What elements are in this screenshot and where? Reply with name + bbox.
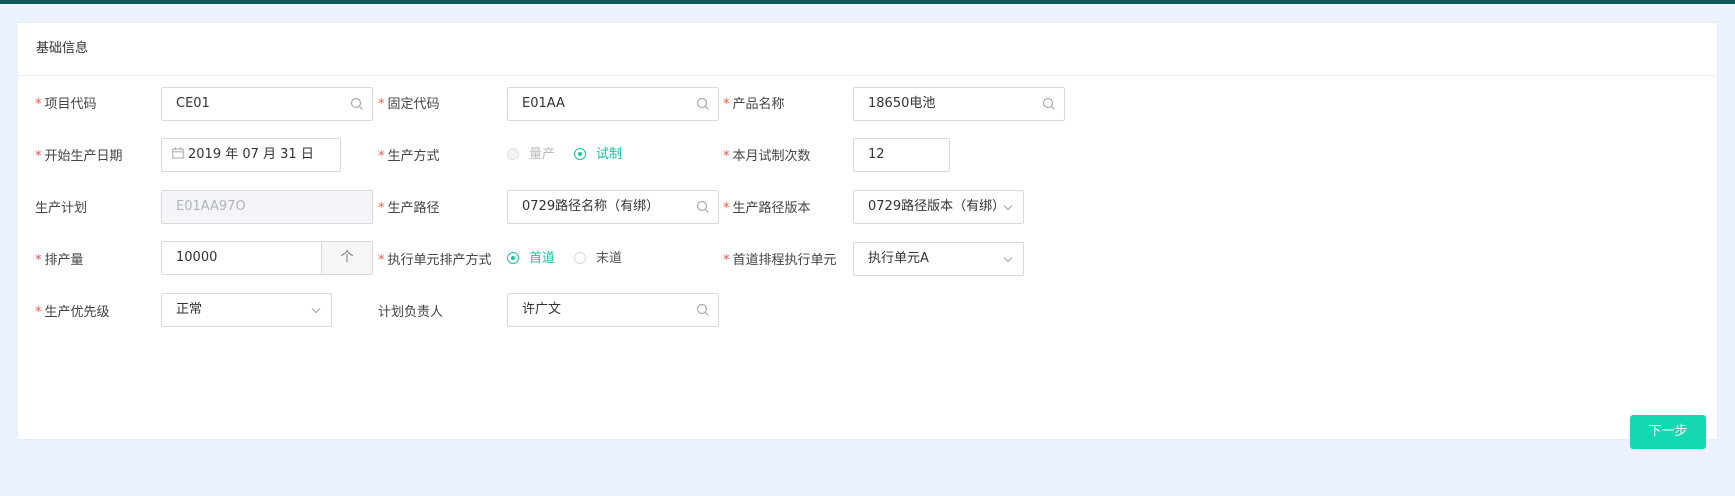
radio-trial-production[interactable]: 试制 [574,145,622,165]
search-icon[interactable] [350,97,364,111]
product-name-input[interactable]: 18650电池 [853,87,1065,121]
first-exec-unit-label: * 首道排程执行单元 [723,253,837,268]
priority-select[interactable]: 正常 [161,293,332,327]
product-name-label: * 产品名称 [723,97,785,112]
radio-checked-icon [507,252,519,264]
plan-owner-input[interactable]: 许广文 [507,293,719,327]
fixed-code-input[interactable]: E01AA [507,87,719,121]
radio-mass-production: 量产 [507,145,555,165]
route-version-select[interactable]: 0729路径版本（有绑） [853,190,1024,224]
quantity-stepper[interactable]: 10000 个 [161,241,373,275]
production-plan-input: E01AA97O [161,190,373,224]
start-date-picker[interactable]: 2019 年 07 月 31 日 [161,138,341,172]
search-icon[interactable] [1042,97,1056,111]
priority-label: * 生产优先级 [35,305,110,320]
start-date-label: * 开始生产日期 [35,149,123,164]
radio-last-step[interactable]: 末道 [574,249,622,269]
production-route-input[interactable]: 0729路径名称（有绑） [507,190,719,224]
production-mode-label: * 生产方式 [378,149,440,164]
basic-info-card: 基础信息 * 项目代码 CE01 * 固定代码 E01AA * 产品名称 18650电… [17,22,1718,449]
plan-owner-label: 计划负责人 [378,305,444,320]
search-icon[interactable] [696,200,710,214]
search-icon[interactable] [696,303,710,317]
trial-count-label: * 本月试制次数 [723,149,811,164]
project-code-label: * 项目代码 [35,97,97,112]
search-icon[interactable] [696,97,710,111]
chevron-down-icon [1003,205,1013,211]
trial-count-input[interactable]: 12 [853,138,950,172]
radio-checked-icon [574,148,586,160]
project-code-input[interactable]: CE01 [161,87,373,121]
chevron-down-icon [311,308,321,314]
production-route-label: * 生产路径 [378,201,440,216]
calendar-icon [172,147,184,159]
quantity-unit-button[interactable]: 个 [321,242,372,274]
fixed-code-label: * 固定代码 [378,97,440,112]
top-bar [0,0,1735,4]
chevron-down-icon [1003,257,1013,263]
radio-circle-icon [574,252,586,264]
quantity-value[interactable]: 10000 [176,242,217,274]
radio-first-step[interactable]: 首道 [507,249,555,269]
production-plan-label: 生产计划 [35,201,88,216]
exec-mode-label: * 执行单元排产方式 [378,253,492,268]
route-version-label: * 生产路径版本 [723,201,811,216]
next-step-button[interactable]: 下一步 [1630,415,1706,449]
first-exec-unit-select[interactable]: 执行单元A [853,242,1024,276]
quantity-label: * 排产量 [35,253,84,268]
card-title: 基础信息 [18,23,1717,76]
radio-circle-icon [507,148,519,160]
